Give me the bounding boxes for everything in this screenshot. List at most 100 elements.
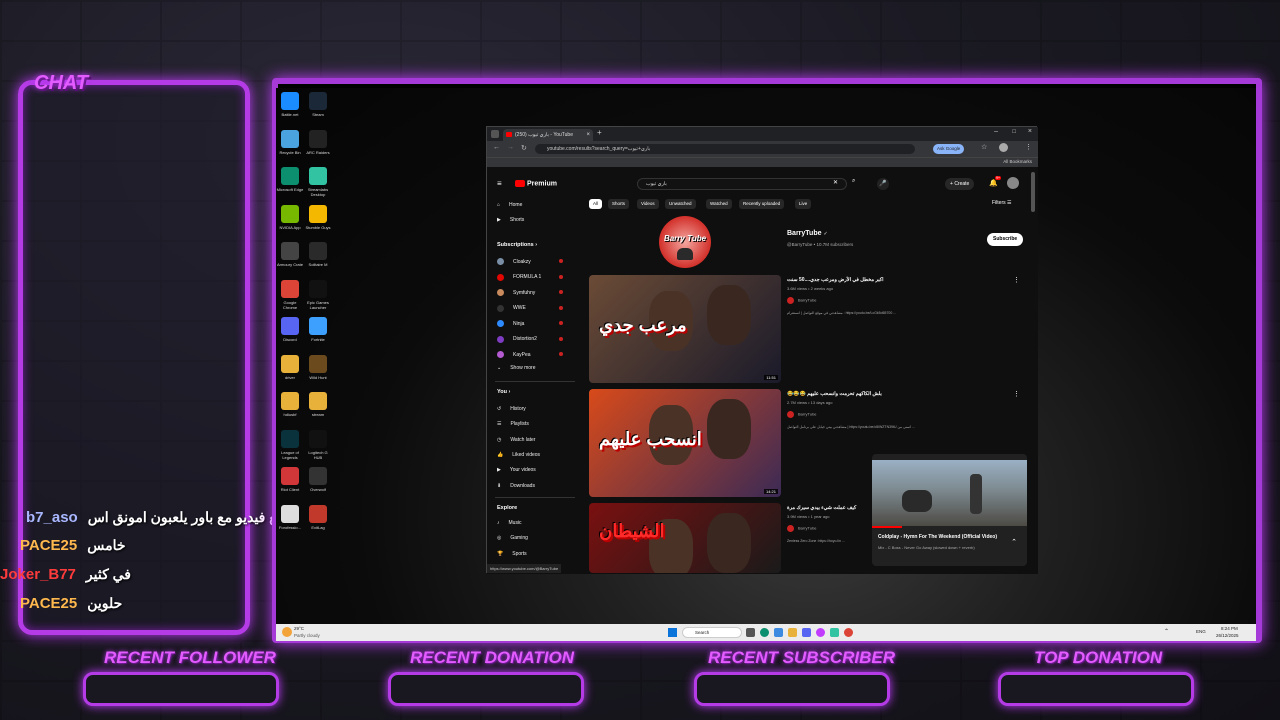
notifications-bell-icon[interactable]: 🔔 xyxy=(989,179,998,187)
desktop-icon[interactable]: Logitech G HUB xyxy=(304,429,332,460)
hamburger-menu-icon[interactable]: ≡ xyxy=(497,179,502,188)
bookmark-star-icon[interactable]: ☆ xyxy=(981,143,987,151)
desktop-icon[interactable]: Battle.net xyxy=(276,92,304,117)
chevron-up-icon[interactable]: ⌃ xyxy=(1011,538,1017,546)
store-taskbar-icon[interactable] xyxy=(774,628,783,637)
show-more-button[interactable]: ⌄ Show more xyxy=(497,365,536,371)
desktop-icon[interactable]: ExitLag xyxy=(304,504,332,530)
all-bookmarks[interactable]: All Bookmarks xyxy=(1003,159,1032,164)
taskbar-search[interactable]: Search xyxy=(682,627,742,638)
back-icon[interactable]: ← xyxy=(493,144,500,151)
nav-shorts[interactable]: ▶ Shorts xyxy=(497,217,524,223)
minimize-icon[interactable]: – xyxy=(994,128,998,135)
desktop-icon[interactable]: Google Chrome xyxy=(276,279,304,310)
nav-music[interactable]: ♪ Music xyxy=(497,520,522,526)
subscription-item[interactable]: KayPea xyxy=(497,351,563,358)
desktop-icon[interactable]: Forofessio... xyxy=(276,504,304,530)
more-options-icon[interactable]: ⋮ xyxy=(1013,390,1020,398)
chrome-taskbar-icon[interactable] xyxy=(844,628,853,637)
desktop-icon[interactable]: Stumble Guys xyxy=(304,204,332,230)
maximize-icon[interactable]: □ xyxy=(1012,129,1016,135)
clock-date[interactable]: 26/12/2025 xyxy=(1216,633,1239,638)
desktop-icon[interactable]: Discord xyxy=(276,317,304,342)
new-tab-icon[interactable]: + xyxy=(597,128,602,137)
voice-search-icon[interactable]: 🎤 xyxy=(877,178,889,190)
nav-watch-later[interactable]: ◷ Watch later xyxy=(497,437,535,443)
nav-home[interactable]: ⌂ Home xyxy=(497,202,522,208)
subscriptions-header[interactable]: Subscriptions › xyxy=(497,242,537,248)
subscription-item[interactable]: FORMULA 1 xyxy=(497,273,563,281)
video-channel[interactable]: BarryTube xyxy=(787,297,817,304)
video-thumbnail[interactable]: انسحب عليهم 14:21 xyxy=(589,389,781,497)
subscription-item[interactable]: Symfuhny xyxy=(497,289,563,296)
filter-chip[interactable]: Unwatched xyxy=(665,199,696,209)
channel-avatar[interactable]: Barry Tube xyxy=(659,216,711,268)
account-avatar[interactable] xyxy=(1007,177,1019,189)
filter-chip[interactable]: All xyxy=(589,199,603,209)
desktop-icon[interactable]: ARC Raiders xyxy=(304,129,332,155)
desktop-icon[interactable]: Overwolf xyxy=(304,467,332,492)
url-input[interactable]: youtube.com/results?search_query=باري+تي… xyxy=(535,144,915,154)
desktop-icon[interactable]: NVIDIA App xyxy=(276,204,304,230)
youtube-logo[interactable]: Premium xyxy=(515,180,557,187)
filter-chip[interactable]: Shorts xyxy=(608,199,630,209)
filter-chip[interactable]: Watched xyxy=(706,199,732,209)
subscribe-button[interactable]: Subscribe xyxy=(987,233,1024,246)
progress-bar[interactable] xyxy=(872,526,902,528)
nav-sports[interactable]: 🏆 Sports xyxy=(497,551,527,557)
video-thumbnail[interactable]: الشيطان xyxy=(589,503,781,573)
desktop-icon[interactable]: Fortnite xyxy=(304,317,332,342)
explorer-taskbar-icon[interactable] xyxy=(788,628,797,637)
video-thumbnail[interactable]: مرعب جدي 11:51 xyxy=(589,275,781,383)
tab-search-icon[interactable] xyxy=(491,130,499,138)
clear-search-icon[interactable]: ✕ xyxy=(833,179,838,186)
tray-chevron-icon[interactable]: ⌃ xyxy=(1164,628,1169,635)
desktop-icon[interactable]: stream xyxy=(304,392,332,417)
weather-icon[interactable] xyxy=(282,627,292,637)
youtube-search-input[interactable]: باري تيوب xyxy=(637,178,847,190)
nav-your-videos[interactable]: ▶ Your videos xyxy=(497,467,536,473)
desktop-icon[interactable]: Streamlabs Desktop xyxy=(304,167,332,197)
task-view-icon[interactable] xyxy=(746,628,755,637)
filter-chip[interactable]: Recently uploaded xyxy=(739,199,785,209)
desktop-icon[interactable]: Armoury Crate xyxy=(276,242,304,267)
video-channel[interactable]: BarryTube xyxy=(787,525,817,532)
nav-liked-videos[interactable]: 👍 Liked videos xyxy=(497,452,540,458)
desktop-icon[interactable]: Wild Hunt xyxy=(304,354,332,380)
streamlabs-taskbar-icon[interactable] xyxy=(830,628,839,637)
clock-time[interactable]: 8:24 PM xyxy=(1221,626,1238,631)
video-title[interactable]: اكبر مخطل في الأرض ومرعب جدي....50 سنت xyxy=(787,277,897,283)
video-channel[interactable]: BarryTube xyxy=(787,411,817,418)
nav-downloads[interactable]: ⬇ Downloads xyxy=(497,483,535,489)
filter-chip[interactable]: Videos xyxy=(637,199,659,209)
tab-youtube[interactable]: باري تيوب (250) - YouTube × xyxy=(503,129,593,141)
nav-history[interactable]: ↺ History xyxy=(497,406,526,412)
windows-start-icon[interactable] xyxy=(668,628,677,637)
reload-icon[interactable]: ↻ xyxy=(521,144,527,152)
scrollbar[interactable] xyxy=(1031,172,1035,212)
subscription-item[interactable]: Cloakzy xyxy=(497,258,563,265)
desktop-icon[interactable]: Riot Client xyxy=(276,467,304,492)
ask-google-button[interactable]: Ask Google xyxy=(933,144,965,154)
filters-button[interactable]: Filters ☰ xyxy=(992,200,1012,206)
miniplayer-video[interactable] xyxy=(872,460,1027,526)
desktop-icon[interactable]: Epic Games Launcher xyxy=(304,279,332,310)
obs-taskbar-icon[interactable] xyxy=(816,628,825,637)
nav-playlists[interactable]: ☰ Playlists xyxy=(497,421,529,427)
filter-chip[interactable]: Live xyxy=(795,199,812,209)
desktop-icon[interactable]: Steam xyxy=(304,92,332,117)
channel-name[interactable]: BarryTube ✓ xyxy=(787,230,828,237)
you-header[interactable]: You › xyxy=(497,389,510,395)
forward-icon[interactable]: → xyxy=(507,144,514,151)
profile-avatar-icon[interactable] xyxy=(999,143,1008,152)
discord-taskbar-icon[interactable] xyxy=(802,628,811,637)
menu-kebab-icon[interactable]: ⋮ xyxy=(1025,143,1032,151)
nav-gaming[interactable]: ◎ Gaming xyxy=(497,535,528,541)
subscription-item[interactable]: Distortion2 xyxy=(497,335,563,343)
desktop-icon[interactable]: driver xyxy=(276,354,304,380)
desktop-icon[interactable]: hdiusbf xyxy=(276,392,304,417)
more-options-icon[interactable]: ⋮ xyxy=(1013,276,1020,284)
miniplayer[interactable]: Coldplay - Hymn For The Weekend (Officia… xyxy=(872,454,1027,566)
desktop-icon[interactable]: League of Legends xyxy=(276,429,304,460)
video-title[interactable]: بلش الكاكهم تحرمت وانسحب عليهم 😂😂😂 xyxy=(787,391,897,397)
